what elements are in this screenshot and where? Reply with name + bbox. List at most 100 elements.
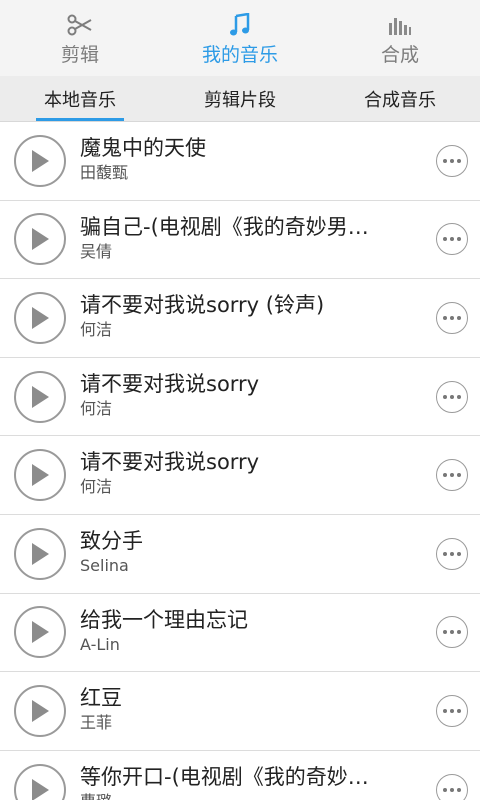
song-artist: 何洁 [80, 320, 113, 340]
dot-icon [443, 394, 447, 399]
more-options-button[interactable] [436, 380, 468, 413]
tab-compose-label: 合成 [380, 44, 419, 66]
song-artist: 何洁 [80, 398, 113, 418]
tab-my-music-label: 我的音乐 [201, 44, 278, 66]
dot-icon [443, 787, 447, 792]
subtab-clips-label: 剪辑片段 [204, 89, 276, 111]
song-title: 等你开口-(电视剧《我的奇妙… [80, 764, 369, 789]
dot-icon [457, 315, 461, 320]
dot-icon [457, 630, 461, 635]
list-item[interactable]: 红豆 王菲 [0, 672, 480, 751]
list-item[interactable]: 骗自己-(电视剧《我的奇妙男… 吴倩 [0, 201, 480, 280]
play-button[interactable] [14, 291, 66, 344]
dot-icon [443, 708, 447, 713]
dot-icon [457, 787, 461, 792]
active-tab-indicator [36, 118, 124, 121]
subtab-composed-music[interactable]: 合成音乐 [320, 76, 480, 121]
play-button[interactable] [14, 606, 66, 659]
dot-icon [457, 473, 461, 478]
play-icon [32, 464, 49, 487]
song-artist: 何洁 [80, 477, 113, 497]
play-icon [32, 149, 49, 172]
scissors-icon [66, 14, 94, 36]
dot-icon [443, 237, 447, 242]
more-options-button[interactable] [436, 459, 468, 492]
tab-my-music[interactable]: 我的音乐 [160, 0, 320, 76]
song-title: 红豆 [80, 686, 122, 711]
subtab-local-music-label: 本地音乐 [44, 89, 116, 111]
play-button[interactable] [14, 763, 66, 800]
music-note-icon [226, 13, 254, 36]
dot-icon [457, 708, 461, 713]
dot-icon [450, 630, 454, 635]
subtab-composed-music-label: 合成音乐 [364, 89, 436, 111]
song-artist: 田馥甄 [80, 163, 129, 182]
song-title: 请不要对我说sorry [80, 450, 260, 475]
dot-icon [443, 315, 447, 320]
play-button[interactable] [14, 449, 66, 502]
song-artist: A-Lin [80, 634, 120, 654]
play-button[interactable] [14, 134, 66, 187]
song-title: 请不要对我说sorry (铃声) [80, 293, 325, 318]
dot-icon [457, 158, 461, 163]
list-item[interactable]: 致分手 Selina [0, 515, 480, 594]
dot-icon [457, 394, 461, 399]
subtab-clips[interactable]: 剪辑片段 [160, 76, 320, 121]
list-item[interactable]: 魔鬼中的天使 田馥甄 [0, 122, 480, 201]
song-title: 魔鬼中的天使 [80, 136, 206, 160]
play-icon [32, 228, 49, 251]
play-button[interactable] [14, 527, 66, 580]
play-icon [32, 542, 49, 565]
list-item[interactable]: 请不要对我说sorry 何洁 [0, 436, 480, 515]
play-icon [32, 621, 49, 644]
play-button[interactable] [14, 370, 66, 423]
song-artist: 曹璐 [80, 791, 410, 800]
more-options-button[interactable] [436, 773, 468, 800]
song-artist: Selina [80, 555, 129, 575]
dot-icon [450, 158, 454, 163]
more-options-button[interactable] [436, 301, 468, 334]
play-icon [32, 385, 49, 408]
dot-icon [450, 315, 454, 320]
dot-icon [443, 158, 447, 163]
dot-icon [450, 708, 454, 713]
list-item[interactable]: 等你开口-(电视剧《我的奇妙… 曹璐 [0, 751, 480, 800]
dot-icon [450, 237, 454, 242]
more-options-button[interactable] [436, 223, 468, 256]
dot-icon [450, 473, 454, 478]
song-list: 魔鬼中的天使田馥甄 骗自己-(电视剧《我的奇妙男… 吴倩 请不要对我说sorry … [0, 122, 480, 800]
tab-edit-label: 剪辑 [60, 44, 99, 66]
play-button[interactable] [14, 684, 66, 737]
song-artist: 吴倩 [80, 241, 113, 261]
more-options-button[interactable] [436, 616, 468, 649]
list-item[interactable]: 请不要对我说sorry (铃声) 何洁 [0, 279, 480, 358]
sub-tab-bar: 本地音乐 剪辑片段 合成音乐 [0, 76, 480, 122]
song-title: 骗自己-(电视剧《我的奇妙男… [80, 214, 369, 239]
dot-icon [450, 787, 454, 792]
dot-icon [457, 237, 461, 242]
dot-icon [443, 473, 447, 478]
play-button[interactable] [14, 213, 66, 266]
song-title: 请不要对我说sorry [80, 371, 260, 396]
list-item[interactable]: 给我一个理由忘记 A-Lin [0, 594, 480, 673]
equalizer-icon [386, 14, 414, 36]
dot-icon [450, 551, 454, 556]
tab-edit[interactable]: 剪辑 [0, 0, 160, 76]
dot-icon [443, 551, 447, 556]
top-tab-bar: 剪辑 我的音乐 合成 [0, 0, 480, 76]
dot-icon [457, 551, 461, 556]
list-item[interactable]: 请不要对我说sorry 何洁 [0, 358, 480, 437]
song-artist: 王菲 [80, 713, 113, 733]
tab-compose[interactable]: 合成 [320, 0, 480, 76]
subtab-local-music[interactable]: 本地音乐 [0, 76, 160, 121]
dot-icon [443, 630, 447, 635]
song-title: 致分手 [80, 528, 143, 553]
more-options-button[interactable] [436, 144, 468, 177]
play-icon [32, 306, 49, 329]
play-icon [32, 778, 49, 800]
play-icon [32, 699, 49, 722]
more-options-button[interactable] [436, 694, 468, 727]
more-options-button[interactable] [436, 537, 468, 570]
dot-icon [450, 394, 454, 399]
song-title: 给我一个理由忘记 [80, 607, 248, 632]
